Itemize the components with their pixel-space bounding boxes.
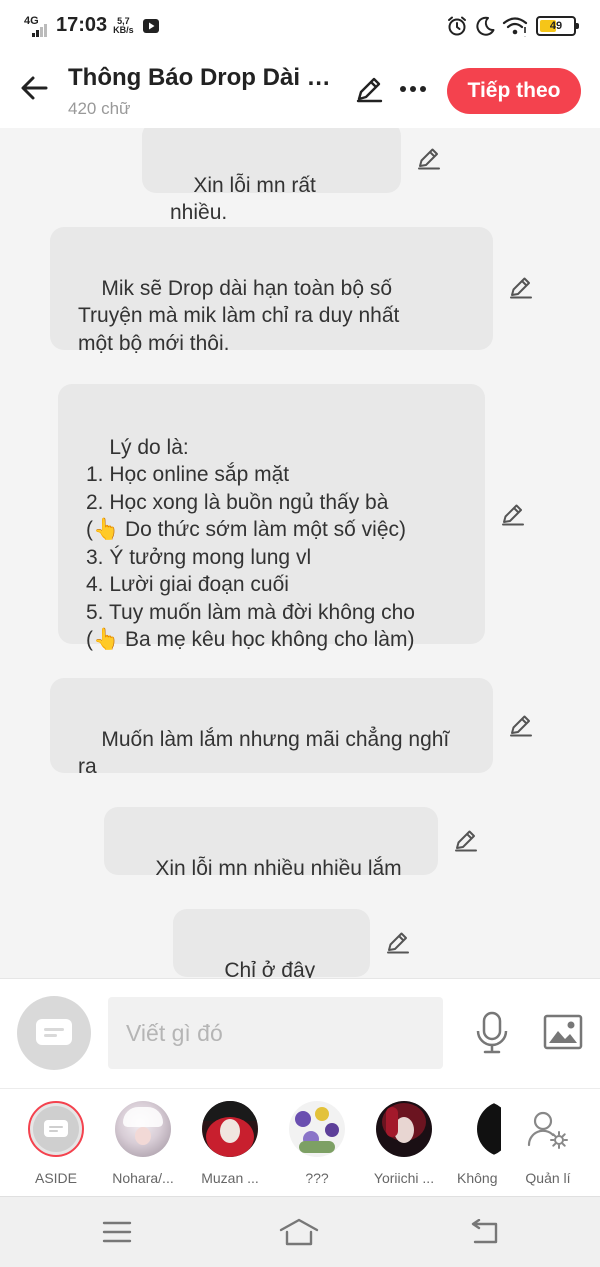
app-header: Thông Báo Drop Dài Hạn 420 chữ Tiếp theo [0, 54, 600, 128]
avatar [202, 1101, 258, 1157]
voice-input-button[interactable] [472, 1011, 512, 1055]
edit-message-button[interactable] [451, 825, 481, 855]
return-icon [471, 1219, 498, 1244]
pencil-icon [502, 504, 524, 526]
message-list[interactable]: Xin lỗi mn rất nhiều. Mik sẽ Drop dài hạ… [0, 128, 600, 978]
character-label: Không [457, 1170, 498, 1186]
moon-icon [476, 16, 495, 36]
image-icon [543, 1014, 583, 1050]
character-item[interactable]: ??? [277, 1101, 357, 1186]
character-label: Quản lí [525, 1170, 571, 1186]
menu-button[interactable] [97, 1217, 137, 1247]
pencil-icon [356, 77, 383, 103]
menu-icon [102, 1221, 132, 1243]
alarm-icon [448, 16, 466, 36]
character-label: Muzan ... [201, 1170, 259, 1186]
status-bar: 4G 17:03 5,7 KB/s 49 [0, 0, 600, 54]
pencil-icon [418, 148, 440, 170]
clock: 17:03 [56, 14, 108, 36]
character-label: Nohara/... [112, 1170, 174, 1186]
message-text: Lý do là: 1. Học online sắp mặt 2. Học x… [86, 435, 415, 652]
message-text: Muốn làm lắm nhưng mãi chẳng nghĩ ra [78, 727, 450, 779]
message-text: Chỉ ở đây thôi [224, 958, 316, 979]
avatar [115, 1101, 171, 1157]
message-bubble[interactable]: Chỉ ở đây thôi [173, 909, 370, 979]
aside-avatar [28, 1101, 84, 1157]
video-play-icon [142, 18, 159, 33]
message-bubble[interactable]: Xin lỗi mn nhiều nhiều lắm [104, 807, 438, 880]
character-item[interactable]: Yoriichi ... [364, 1101, 444, 1186]
avatar [289, 1101, 345, 1157]
aside-chat-icon [44, 1120, 68, 1137]
message-bubble[interactable]: Mik sẽ Drop dài hạn toàn bộ số Truyện mà… [50, 227, 493, 355]
edit-message-button[interactable] [506, 710, 536, 740]
message-bubble[interactable]: Lý do là: 1. Học online sắp mặt 2. Học x… [58, 384, 485, 651]
message-text: Xin lỗi mn nhiều nhiều lắm [155, 856, 402, 880]
avatar [455, 1101, 501, 1157]
more-options-button[interactable] [396, 72, 430, 106]
message-bubble[interactable]: Muốn làm lắm nhưng mãi chẳng nghĩ ra [50, 678, 493, 778]
microphone-icon [476, 1011, 508, 1054]
character-label: Yoriichi ... [373, 1170, 435, 1186]
back-nav-button[interactable] [463, 1217, 503, 1247]
character-item[interactable]: Không [451, 1101, 501, 1186]
arrow-left-icon [21, 76, 48, 100]
avatar [376, 1101, 432, 1157]
story-title: Thông Báo Drop Dài Hạn [68, 64, 338, 91]
battery-icon: 49 [536, 16, 579, 36]
speed-unit: KB/s [113, 24, 134, 35]
character-label: ??? [305, 1170, 329, 1186]
edit-message-button[interactable] [383, 927, 413, 957]
next-button[interactable]: Tiếp theo [447, 68, 581, 114]
aside-toggle-button[interactable] [17, 996, 91, 1070]
aside-chat-icon [36, 1019, 72, 1045]
wifi-icon [502, 17, 528, 37]
character-label: ASIDE [34, 1170, 77, 1186]
user-settings-icon [527, 1111, 568, 1149]
manage-icon-wrap [520, 1101, 576, 1157]
home-icon [279, 1218, 319, 1246]
message-text: Xin lỗi mn rất nhiều. [170, 173, 322, 225]
message-text: Mik sẽ Drop dài hạn toàn bộ số Truyện mà… [78, 276, 400, 355]
manage-characters-button[interactable]: Quản lí [508, 1101, 588, 1186]
message-input[interactable] [108, 997, 443, 1069]
message-bubble[interactable]: Xin lỗi mn rất nhiều. [142, 128, 401, 224]
battery-level: 49 [549, 20, 563, 32]
pencil-icon [455, 830, 477, 852]
character-item[interactable]: Nohara/... [103, 1101, 183, 1186]
pencil-icon [510, 277, 532, 299]
pencil-icon [387, 932, 409, 954]
word-count: 420 chữ [68, 99, 131, 118]
character-item[interactable]: Muzan ... [190, 1101, 270, 1186]
edit-message-button[interactable] [414, 143, 444, 173]
more-dots-icon [400, 86, 426, 92]
edit-title-button[interactable] [352, 72, 386, 106]
edit-message-button[interactable] [498, 499, 528, 529]
edit-message-button[interactable] [506, 272, 536, 302]
character-aside[interactable]: ASIDE [16, 1101, 96, 1186]
composer-bar [0, 978, 600, 1088]
network-speed: 5,7 KB/s [113, 16, 134, 35]
back-button[interactable] [14, 68, 54, 108]
insert-image-button[interactable] [542, 1013, 584, 1051]
pencil-icon [510, 715, 532, 737]
character-strip: ASIDE Nohara/... Muzan ... ??? Yoriichi … [0, 1088, 600, 1196]
signal-icon: 4G [24, 15, 50, 37]
home-button[interactable] [279, 1217, 319, 1247]
system-nav-bar [0, 1196, 600, 1267]
